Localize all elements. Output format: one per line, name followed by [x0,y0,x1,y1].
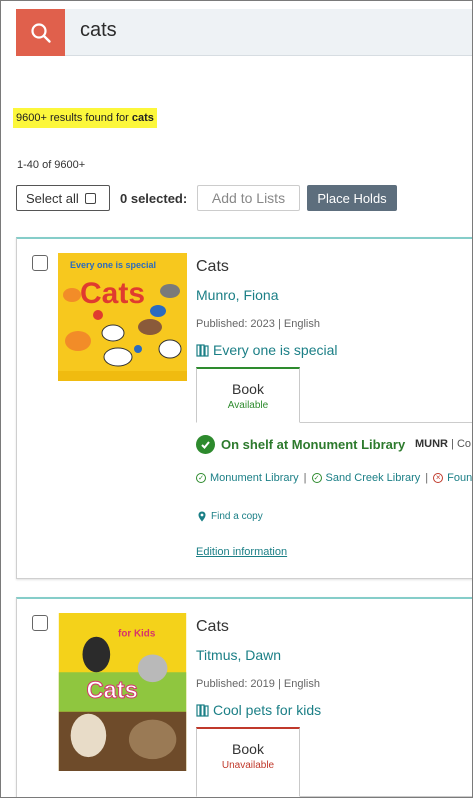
call-number: MUNR | Co [415,438,471,450]
library-availability-list: ✓ Monument Library | ✓ Sand Creek Librar… [196,472,472,484]
library-name: Monument Library [210,472,299,484]
format-tabs: Book Available [196,367,472,423]
format-status: Unavailable [221,760,275,771]
check-circle-icon [196,435,215,454]
find-a-copy-link[interactable]: Find a copy [198,511,263,522]
book-cover[interactable]: Every one is special Cats [58,253,187,381]
search-button[interactable] [16,9,65,56]
result-title[interactable]: Cats [196,258,229,276]
library-item[interactable]: ✓ Monument Library [196,472,299,484]
library-item[interactable]: ✓ Sand Creek Library [311,472,421,484]
result-card: Every one is special Cats Cats Munro, Fi… [16,237,472,579]
result-author[interactable]: Munro, Fiona [196,287,278,303]
series-label: Cool pets for kids [213,702,322,718]
format-tab-book[interactable]: Book Available [196,367,300,423]
format-name: Book [232,381,264,397]
unavailable-x-icon: × [433,473,444,483]
page-frame: cats 9600+ results found for cats 1-40 o… [0,0,473,798]
select-all-label: Select all [26,190,79,206]
result-series[interactable]: Every one is special [196,342,338,358]
result-published: Published: 2023 | English [196,318,320,330]
cover-title: Cats [80,277,145,310]
cover-title: Cats [86,678,137,704]
library-name: Foun [447,472,473,484]
call-code: MUNR [415,438,448,450]
library-name: Sand Creek Library [325,472,421,484]
format-tabs: Book Unavailable [196,727,472,797]
series-label: Every one is special [213,342,338,358]
results-count: 9600+ results found for cats [13,108,157,128]
search-input[interactable]: cats [80,19,117,42]
search-icon [30,22,51,43]
library-item[interactable]: × Foun [433,472,472,484]
format-name: Book [232,741,264,757]
result-card: for Kids Cats Cats Titmus, Dawn Publishe… [16,597,472,797]
result-series[interactable]: Cool pets for kids [196,702,321,718]
results-toolbar: Select all 0 selected: Add to Lists Plac… [16,185,472,212]
result-author[interactable]: Titmus, Dawn [196,647,281,663]
select-all-checkbox[interactable] [84,192,96,204]
format-tab-book[interactable]: Book Unavailable [196,727,300,797]
select-all-button[interactable]: Select all [16,185,110,211]
result-checkbox[interactable] [32,615,48,631]
search-bar: cats [16,9,472,56]
add-to-lists-button[interactable]: Add to Lists [197,185,300,211]
results-count-text: 9600+ results found for [16,112,132,124]
call-rest: | Co [448,438,472,450]
result-title[interactable]: Cats [196,618,229,636]
series-icon [196,703,209,717]
map-pin-icon [198,511,206,522]
available-check-icon: ✓ [196,473,206,483]
available-check-icon: ✓ [311,473,322,483]
result-published: Published: 2019 | English [196,678,320,690]
availability-text: On shelf at Monument Library [221,437,406,452]
edition-information-link[interactable]: Edition information [196,546,287,558]
results-query: cats [131,112,154,124]
cover-tagline: Every one is special [70,260,156,270]
availability-status: On shelf at Monument Library [196,435,405,454]
separator: | [303,472,307,484]
book-cover[interactable]: for Kids Cats [58,613,187,771]
find-a-copy-label: Find a copy [211,511,263,522]
result-checkbox[interactable] [32,255,48,271]
results-range: 1-40 of 9600+ [17,159,86,171]
series-icon [196,343,209,357]
separator: | [425,472,429,484]
place-holds-button[interactable]: Place Holds [307,185,397,211]
selected-count: 0 selected: [120,191,188,206]
format-status: Available [227,400,269,411]
cover-tagline: for Kids [118,629,156,640]
